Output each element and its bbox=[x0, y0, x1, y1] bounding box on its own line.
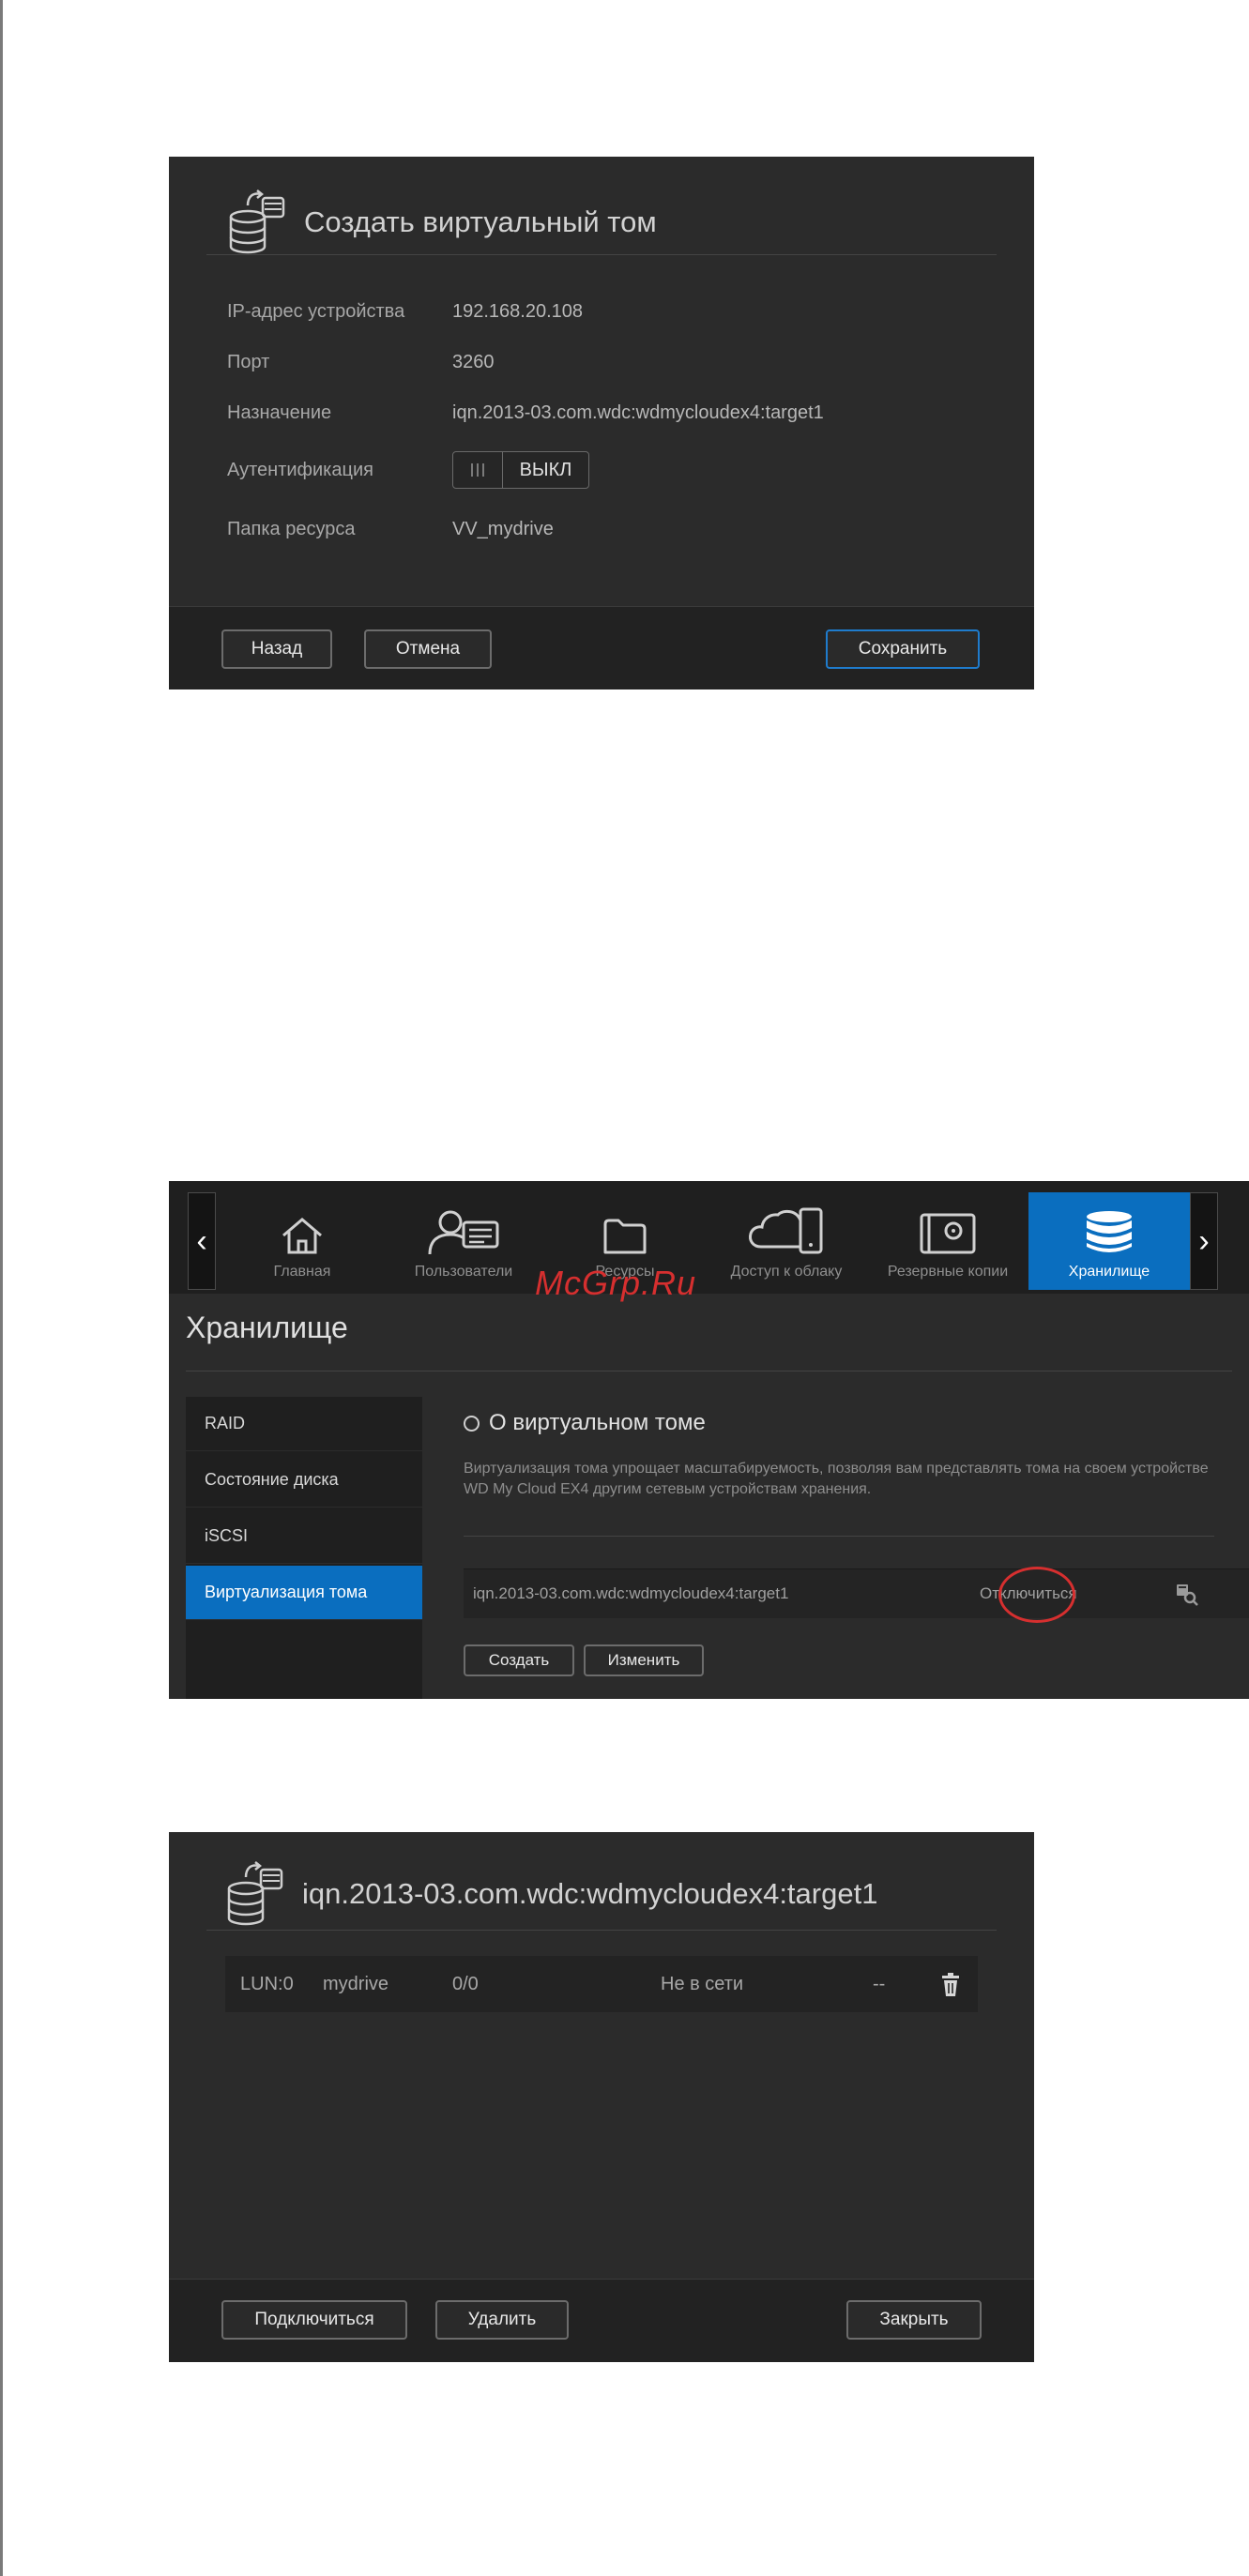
page-title: Хранилище bbox=[186, 1311, 348, 1344]
dialog-header: iqn.2013-03.com.wdc:wdmycloudex4:target1 bbox=[223, 1856, 877, 1932]
target-name: iqn.2013-03.com.wdc:wdmycloudex4:target1 bbox=[473, 1584, 789, 1602]
field-port: Порт 3260 bbox=[227, 352, 495, 373]
section-description: Виртуализация тома упрощает масштабируем… bbox=[464, 1461, 1209, 1497]
nav-next-arrow[interactable]: › bbox=[1190, 1192, 1218, 1290]
page-left-rule bbox=[0, 0, 3, 2576]
delete-button[interactable]: Удалить bbox=[435, 2300, 569, 2340]
connect-button[interactable]: Подключиться bbox=[221, 2300, 407, 2340]
lun-extra: -- bbox=[873, 1974, 886, 1994]
section-heading-text: О виртуальном томе bbox=[489, 1410, 706, 1435]
dialog-title: iqn.2013-03.com.wdc:wdmycloudex4:target1 bbox=[302, 1877, 878, 1910]
close-button[interactable]: Закрыть bbox=[846, 2300, 982, 2340]
home-icon bbox=[282, 1218, 322, 1254]
header-divider bbox=[206, 254, 997, 255]
safe-icon bbox=[920, 1213, 976, 1254]
nav-item-cloud-access[interactable]: Доступ к облаку bbox=[706, 1192, 867, 1290]
field-label: IP-адрес устройства bbox=[227, 301, 405, 322]
storage-icon bbox=[1087, 1211, 1132, 1252]
save-button[interactable]: Сохранить bbox=[826, 629, 980, 669]
storage-screen: ‹ Главная Пользователи Ресурсы Доступ к … bbox=[169, 1181, 1249, 1699]
bullet-icon bbox=[464, 1415, 480, 1432]
sidebar-item-volume-virtualization[interactable]: Виртуализация тома bbox=[186, 1566, 422, 1620]
dialog-header: Создать виртуальный том bbox=[225, 185, 997, 260]
users-icon bbox=[428, 1210, 499, 1255]
dialog-footer: Назад Отмена Сохранить bbox=[169, 606, 1034, 689]
lun-status: Не в сети bbox=[661, 1974, 744, 1994]
field-label: Аутентификация bbox=[227, 459, 373, 480]
top-navigation: ‹ Главная Пользователи Ресурсы Доступ к … bbox=[169, 1181, 1249, 1294]
nav-prev-arrow[interactable]: ‹ bbox=[188, 1192, 216, 1290]
section-divider bbox=[464, 1536, 1214, 1537]
cancel-button[interactable]: Отмена bbox=[364, 629, 492, 669]
lun-name: mydrive bbox=[323, 1974, 389, 1994]
field-label: Порт bbox=[227, 352, 270, 372]
sidebar: RAID Состояние диска iSCSI Виртуализация… bbox=[186, 1397, 422, 1699]
back-button[interactable]: Назад bbox=[221, 629, 332, 669]
field-label: Назначение bbox=[227, 402, 332, 423]
dialog-title: Создать виртуальный том bbox=[304, 205, 657, 238]
highlight-ring bbox=[998, 1567, 1075, 1623]
nav-label: Главная bbox=[273, 1264, 331, 1280]
nav-label: Пользователи bbox=[414, 1264, 513, 1280]
nav-item-home[interactable]: Главная bbox=[221, 1192, 383, 1290]
details-icon[interactable] bbox=[1173, 1581, 1199, 1607]
nav-item-users[interactable]: Пользователи bbox=[383, 1192, 544, 1290]
field-label: Папка ресурса bbox=[227, 519, 356, 539]
sidebar-item-raid[interactable]: RAID bbox=[186, 1397, 422, 1451]
nav-item-storage[interactable]: Хранилище bbox=[1028, 1192, 1190, 1290]
field-target: Назначение iqn.2013-03.com.wdc:wdmycloud… bbox=[227, 402, 824, 424]
nav-label: Доступ к облаку bbox=[730, 1264, 843, 1280]
folder-icon bbox=[603, 1219, 647, 1254]
field-share-folder: Папка ресурса VV_mydrive bbox=[227, 519, 554, 540]
lun-size: 0/0 bbox=[452, 1974, 479, 1994]
trash-icon[interactable] bbox=[940, 1973, 961, 1997]
lun-row[interactable]: LUN:0 mydrive 0/0 Не в сети -- bbox=[225, 1956, 978, 2012]
nav-label: Хранилище bbox=[1068, 1264, 1150, 1280]
sidebar-item-disk-status[interactable]: Состояние диска bbox=[186, 1453, 422, 1508]
section-heading: О виртуальном томе bbox=[464, 1410, 706, 1436]
field-authentication: Аутентификация ВЫКЛ bbox=[227, 451, 589, 489]
sidebar-item-iscsi[interactable]: iSCSI bbox=[186, 1509, 422, 1564]
field-value: VV_mydrive bbox=[452, 519, 554, 539]
header-divider bbox=[206, 1930, 997, 1931]
field-value: 192.168.20.108 bbox=[452, 301, 584, 322]
authentication-toggle[interactable]: ВЫКЛ bbox=[452, 451, 589, 489]
nav-item-backups[interactable]: Резервные копии bbox=[867, 1192, 1028, 1290]
toggle-grip bbox=[453, 452, 503, 488]
field-ip-address: IP-адрес устройства 192.168.20.108 bbox=[227, 301, 583, 323]
create-button[interactable]: Создать bbox=[464, 1644, 574, 1676]
target-details-dialog: iqn.2013-03.com.wdc:wdmycloudex4:target1… bbox=[169, 1832, 1034, 2362]
volume-disk-icon bbox=[229, 189, 285, 254]
target-row[interactable]: iqn.2013-03.com.wdc:wdmycloudex4:target1… bbox=[464, 1568, 1249, 1618]
nav-label: Резервные копии bbox=[887, 1264, 1009, 1280]
field-value: 3260 bbox=[452, 352, 495, 372]
create-virtual-volume-dialog: Создать виртуальный том IP-адрес устройс… bbox=[169, 157, 1034, 689]
watermark: McGrp.Ru bbox=[535, 1264, 697, 1302]
lun-id: LUN:0 bbox=[240, 1974, 294, 1994]
dialog-footer: Подключиться Удалить Закрыть bbox=[169, 2279, 1034, 2362]
cloud-device-icon bbox=[749, 1207, 823, 1254]
edit-button[interactable]: Изменить bbox=[584, 1644, 704, 1676]
field-value: iqn.2013-03.com.wdc:wdmycloudex4:target1 bbox=[452, 402, 824, 423]
toggle-state: ВЫКЛ bbox=[519, 459, 572, 480]
volume-disk-icon bbox=[227, 1861, 283, 1926]
